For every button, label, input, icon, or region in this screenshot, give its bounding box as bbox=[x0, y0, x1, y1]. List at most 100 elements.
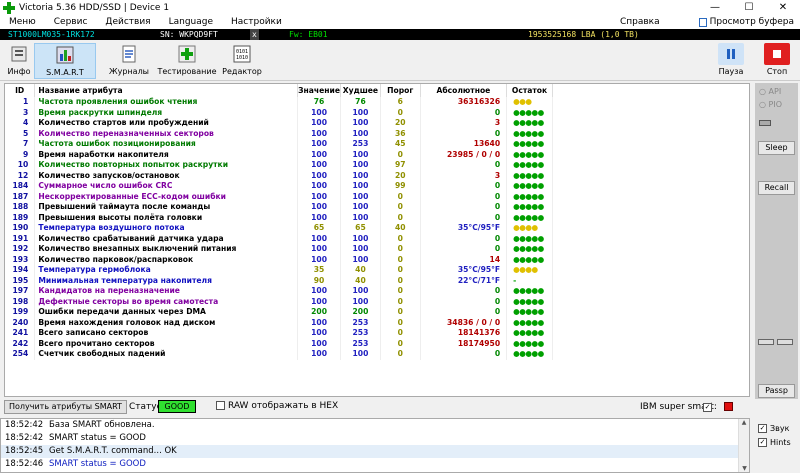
maximize-icon[interactable]: ☐ bbox=[732, 0, 766, 15]
attr-threshold: 99 bbox=[380, 181, 421, 192]
menu-service[interactable]: Сервис bbox=[45, 17, 97, 27]
attr-threshold: 0 bbox=[380, 233, 421, 244]
attr-remaining: ●●●●● bbox=[506, 338, 553, 349]
menu-clipboard[interactable]: Просмотр буфера bbox=[710, 17, 794, 27]
table-row[interactable]: 189 Превышения высоты полёта головки 100 10… bbox=[5, 212, 553, 223]
svg-text:1010: 1010 bbox=[236, 55, 248, 61]
table-row[interactable]: 12 Количество запусков/остановок 100 100 20 3… bbox=[5, 170, 553, 181]
attr-remaining: ●●●●● bbox=[506, 128, 553, 139]
col-raw[interactable]: Абсолютное bbox=[420, 84, 508, 97]
attr-value: 100 bbox=[297, 328, 341, 339]
table-row[interactable]: 199 Ошибки передачи данных через DMA 200 20… bbox=[5, 307, 553, 318]
menu-help[interactable]: Справка bbox=[611, 17, 669, 27]
table-row[interactable]: 193 Количество парковок/распарковок 100 100… bbox=[5, 254, 553, 265]
attr-remaining: ●●●●● bbox=[506, 307, 553, 318]
api-radio[interactable]: ○ API bbox=[759, 87, 781, 96]
passp-button[interactable]: Passp bbox=[758, 384, 795, 398]
attr-threshold: 40 bbox=[380, 223, 421, 234]
menu-actions[interactable]: Действия bbox=[96, 17, 159, 27]
table-row[interactable]: 254 Счетчик свободных падений 100 100 0 0 ●●●●… bbox=[5, 349, 553, 360]
log-time: 18:52:42 bbox=[5, 433, 44, 443]
table-row[interactable]: 192 Количество внезапных выключений питан… bbox=[5, 244, 553, 255]
log-entry[interactable]: 18:52:42 База SMART обновлена. bbox=[1, 419, 749, 432]
raw-hex-checkbox[interactable]: RAW отображать в HEX bbox=[216, 401, 338, 411]
table-row[interactable]: 195 Минимальная температура накопителя 90 4… bbox=[5, 275, 553, 286]
scroll-down-icon[interactable]: ▼ bbox=[739, 465, 750, 472]
sound-checkbox[interactable]: ✓ Звук bbox=[758, 424, 789, 433]
col-id[interactable]: ID bbox=[5, 84, 36, 97]
testing-button[interactable]: Тестирование bbox=[158, 43, 217, 79]
log-scrollbar[interactable]: ▲ ▼ bbox=[738, 419, 749, 472]
attr-worst: 253 bbox=[340, 328, 381, 339]
table-row[interactable]: 3 Время раскрутки шпинделя 100 100 0 0 ●●●●● bbox=[5, 107, 553, 118]
ibm-super-smart-checkbox[interactable]: ✓ bbox=[703, 403, 712, 412]
table-row[interactable]: 191 Количество срабатываний датчика удара… bbox=[5, 233, 553, 244]
attr-id: 192 bbox=[5, 244, 36, 255]
table-row[interactable]: 188 Превышений таймаута после команды 100 1… bbox=[5, 202, 553, 213]
pio-radio[interactable]: ○ PIO bbox=[759, 100, 782, 109]
hints-checkbox[interactable]: ✓ Hints bbox=[758, 438, 791, 447]
attr-name: Частота ошибок позиционирования bbox=[34, 139, 299, 150]
table-row[interactable]: 194 Температура гермоблока 35 40 0 35°C/95°F ●… bbox=[5, 265, 553, 276]
menu-main[interactable]: Меню bbox=[0, 17, 45, 27]
table-row[interactable]: 9 Время наработки накопителя 100 100 0 23985 … bbox=[5, 149, 553, 160]
get-smart-button[interactable]: Получить атрибуты SMART bbox=[4, 400, 127, 414]
attr-value: 100 bbox=[297, 107, 341, 118]
table-row[interactable]: 240 Время нахождения головок над диском 10… bbox=[5, 317, 553, 328]
table-row[interactable]: 184 Суммарное число ошибок CRC 100 100 99 0 ●●… bbox=[5, 181, 553, 192]
table-row[interactable]: 197 Кандидатов на переназначение 100 100 0 0 ●… bbox=[5, 286, 553, 297]
pause-button[interactable]: Пауза bbox=[716, 43, 746, 79]
attr-threshold: 0 bbox=[380, 212, 421, 223]
scroll-up-icon[interactable]: ▲ bbox=[739, 419, 749, 426]
attr-threshold: 0 bbox=[380, 328, 421, 339]
attr-value: 100 bbox=[297, 233, 341, 244]
drive-close-button[interactable]: x bbox=[250, 29, 259, 40]
attr-worst: 40 bbox=[340, 275, 381, 286]
editor-button[interactable]: 0101 1010 Редактор bbox=[222, 43, 262, 79]
table-row[interactable]: 190 Температура воздушного потока 65 65 40 35… bbox=[5, 223, 553, 234]
col-worst[interactable]: Худшее bbox=[340, 84, 381, 97]
attr-remaining: ●●●●● bbox=[506, 328, 553, 339]
table-row[interactable]: 187 Нескорректированные ECC-кодом ошибки 1… bbox=[5, 191, 553, 202]
table-row[interactable]: 198 Дефектные секторы во время самотеста 1… bbox=[5, 296, 553, 307]
table-row[interactable]: 1 Частота проявления ошибок чтения 76 76 6 36… bbox=[5, 97, 553, 108]
menu-settings[interactable]: Настройки bbox=[222, 17, 291, 27]
close-window-icon[interactable]: ✕ bbox=[766, 0, 800, 15]
attr-id: 12 bbox=[5, 170, 36, 181]
attr-name: Частота проявления ошибок чтения bbox=[34, 97, 299, 108]
menu-language[interactable]: Language bbox=[160, 17, 222, 27]
stop-button[interactable]: Стоп bbox=[762, 43, 792, 79]
logs-button[interactable]: Журналы bbox=[108, 43, 150, 79]
attr-name: Кандидатов на переназначение bbox=[34, 286, 299, 297]
table-row[interactable]: 5 Количество переназначенных секторов 100 1… bbox=[5, 128, 553, 139]
drive-lba: 1953525168 LBA (1,0 TB) bbox=[528, 30, 639, 39]
attr-threshold: 0 bbox=[380, 107, 421, 118]
recall-button[interactable]: Recall bbox=[758, 181, 795, 195]
log-entry[interactable]: 18:52:42 SMART status = GOOD bbox=[1, 432, 749, 445]
smart-button[interactable]: S.M.A.R.T bbox=[34, 43, 96, 79]
info-button[interactable]: Инфо bbox=[4, 43, 34, 79]
col-threshold[interactable]: Порог bbox=[380, 84, 421, 97]
table-row[interactable]: 4 Количество стартов или пробуждений 100 10… bbox=[5, 118, 553, 129]
attr-raw: 0 bbox=[420, 244, 508, 255]
attr-name: Нескорректированные ECC-кодом ошибки bbox=[34, 191, 299, 202]
col-name[interactable]: Название атрибута bbox=[34, 84, 299, 97]
window-title: Victoria 5.36 HDD/SSD | Device 1 bbox=[19, 2, 170, 13]
table-row[interactable]: 7 Частота ошибок позиционирования 100 253 45… bbox=[5, 139, 553, 150]
attr-worst: 100 bbox=[340, 118, 381, 129]
attr-threshold: 0 bbox=[380, 296, 421, 307]
attr-id: 10 bbox=[5, 160, 36, 171]
log-entry[interactable]: 18:52:46 SMART status = GOOD bbox=[1, 458, 749, 471]
table-row[interactable]: 10 Количество повторных попыток раскрутки… bbox=[5, 160, 553, 171]
attr-threshold: 0 bbox=[380, 349, 421, 360]
attr-remaining: ●●●● bbox=[506, 265, 553, 276]
attr-worst: 100 bbox=[340, 170, 381, 181]
log-entry[interactable]: 18:52:45 Get S.M.A.R.T. command... OK bbox=[1, 445, 749, 458]
sleep-button[interactable]: Sleep bbox=[758, 141, 795, 155]
col-remaining[interactable]: Остаток bbox=[506, 84, 553, 97]
table-row[interactable]: 242 Всего прочитано секторов 100 253 0 181749… bbox=[5, 338, 553, 349]
col-value[interactable]: Значение bbox=[297, 84, 341, 97]
attr-worst: 100 bbox=[340, 191, 381, 202]
table-row[interactable]: 241 Всего записано секторов 100 253 0 1814137… bbox=[5, 328, 553, 339]
minimize-icon[interactable]: — bbox=[698, 0, 732, 15]
